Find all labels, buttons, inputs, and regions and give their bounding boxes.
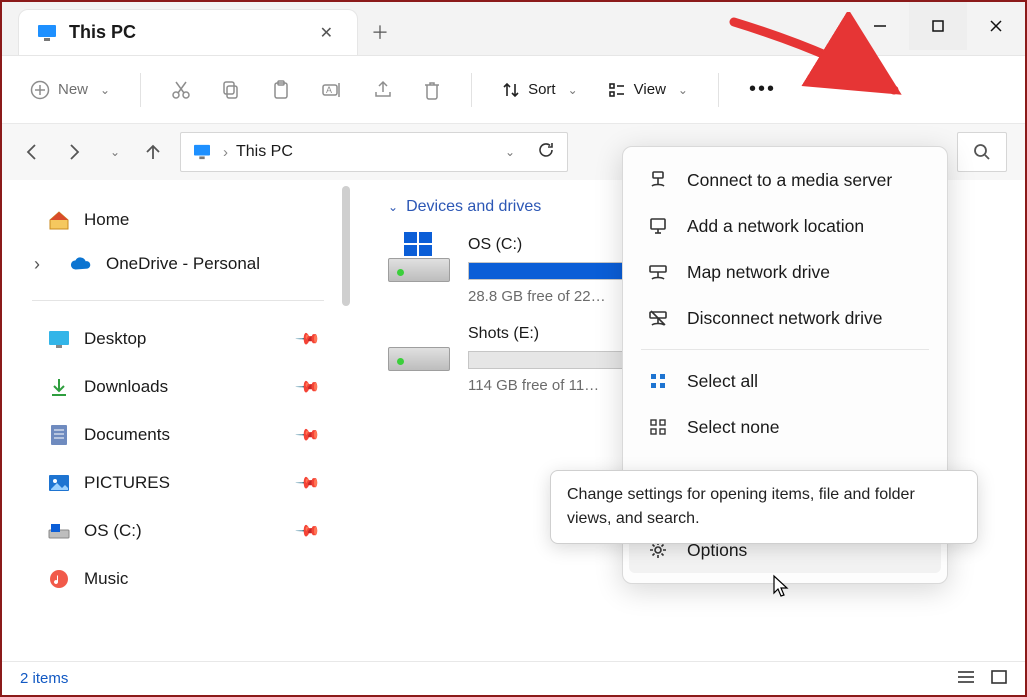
pin-icon: 📌 bbox=[294, 517, 322, 545]
sort-button[interactable]: Sort ⌄ bbox=[496, 75, 584, 105]
chevron-down-icon: ⌄ bbox=[388, 200, 398, 214]
menu-connect-media-server[interactable]: Connect to a media server bbox=[629, 157, 941, 203]
drive-icon bbox=[48, 520, 70, 542]
usage-bar bbox=[468, 351, 628, 369]
status-bar: 2 items bbox=[2, 661, 1025, 695]
crumb-sep-icon: › bbox=[223, 144, 228, 161]
menu-select-all[interactable]: Select all bbox=[629, 358, 941, 404]
svg-text:A: A bbox=[326, 85, 332, 95]
command-bar: New ⌄ A Sort ⌄ View ⌄ ••• bbox=[2, 56, 1025, 124]
music-icon bbox=[48, 568, 70, 590]
pin-icon: 📌 bbox=[294, 373, 322, 401]
menu-map-network-drive[interactable]: Map network drive bbox=[629, 249, 941, 295]
cursor-icon bbox=[772, 574, 792, 598]
disconnect-drive-icon bbox=[647, 307, 669, 329]
sidebar-item-music[interactable]: Music bbox=[24, 555, 350, 603]
sidebar-item-home[interactable]: Home bbox=[24, 198, 350, 242]
pin-icon: 📌 bbox=[294, 469, 322, 497]
chevron-down-icon: ⌄ bbox=[568, 83, 578, 97]
documents-icon bbox=[48, 424, 70, 446]
pictures-icon bbox=[48, 472, 70, 494]
back-button[interactable] bbox=[20, 139, 46, 165]
menu-select-none[interactable]: Select none bbox=[629, 404, 941, 450]
tooltip: Change settings for opening items, file … bbox=[550, 470, 978, 544]
tab-this-pc[interactable]: This PC ✕ bbox=[18, 9, 358, 55]
details-view-button[interactable] bbox=[957, 670, 975, 688]
pin-icon: 📌 bbox=[294, 325, 322, 353]
new-tab-button[interactable]: ＋ bbox=[358, 9, 402, 55]
search-button[interactable] bbox=[957, 132, 1007, 172]
cut-button[interactable] bbox=[165, 74, 197, 106]
desktop-icon bbox=[48, 328, 70, 350]
rename-button[interactable]: A bbox=[315, 74, 349, 106]
forward-button[interactable] bbox=[60, 139, 86, 165]
cloud-icon bbox=[70, 253, 92, 275]
chevron-down-icon[interactable]: ⌄ bbox=[505, 145, 515, 159]
paste-button[interactable] bbox=[265, 74, 297, 106]
large-icons-view-button[interactable] bbox=[991, 670, 1007, 688]
select-none-icon bbox=[647, 416, 669, 438]
recent-button[interactable]: ⌄ bbox=[100, 139, 126, 165]
chevron-down-icon: ⌄ bbox=[678, 83, 688, 97]
address-bar[interactable]: › This PC ⌄ bbox=[180, 132, 568, 172]
minimize-button[interactable] bbox=[851, 2, 909, 50]
more-button[interactable]: ••• bbox=[743, 72, 782, 107]
monitor-icon bbox=[37, 24, 57, 42]
maximize-button[interactable] bbox=[909, 2, 967, 50]
drive-icon bbox=[388, 236, 450, 282]
map-drive-icon bbox=[647, 261, 669, 283]
select-all-icon bbox=[647, 370, 669, 392]
menu-disconnect-network-drive[interactable]: Disconnect network drive bbox=[629, 295, 941, 341]
window-controls bbox=[851, 2, 1025, 50]
sidebar-item-onedrive[interactable]: OneDrive - Personal bbox=[24, 242, 350, 286]
monitor-icon bbox=[193, 144, 211, 160]
title-bar: This PC ✕ ＋ bbox=[2, 2, 1025, 56]
home-icon bbox=[48, 209, 70, 231]
pin-icon: 📌 bbox=[294, 421, 322, 449]
sidebar-item-desktop[interactable]: Desktop 📌 bbox=[24, 315, 350, 363]
download-icon bbox=[48, 376, 70, 398]
refresh-button[interactable] bbox=[537, 141, 555, 163]
close-button[interactable] bbox=[967, 2, 1025, 50]
network-location-icon bbox=[647, 215, 669, 237]
menu-add-network-location[interactable]: Add a network location bbox=[629, 203, 941, 249]
new-button[interactable]: New ⌄ bbox=[24, 74, 116, 106]
copy-button[interactable] bbox=[215, 74, 247, 106]
chevron-down-icon: ⌄ bbox=[100, 83, 110, 97]
tab-close-button[interactable]: ✕ bbox=[312, 19, 341, 47]
sidebar-item-osc[interactable]: OS (C:) 📌 bbox=[24, 507, 350, 555]
sidebar-item-pictures[interactable]: PICTURES 📌 bbox=[24, 459, 350, 507]
item-count: 2 items bbox=[20, 670, 68, 687]
breadcrumb[interactable]: This PC bbox=[236, 143, 293, 161]
drive-icon bbox=[388, 325, 450, 371]
sidebar-item-documents[interactable]: Documents 📌 bbox=[24, 411, 350, 459]
share-button[interactable] bbox=[367, 74, 399, 106]
media-server-icon bbox=[647, 169, 669, 191]
delete-button[interactable] bbox=[417, 74, 447, 106]
tab-title: This PC bbox=[69, 22, 136, 43]
sidebar-item-downloads[interactable]: Downloads 📌 bbox=[24, 363, 350, 411]
view-button[interactable]: View ⌄ bbox=[602, 75, 694, 105]
navigation-pane: Home OneDrive - Personal Desktop 📌 Downl… bbox=[2, 180, 350, 661]
usage-bar bbox=[468, 262, 628, 280]
up-button[interactable] bbox=[140, 139, 166, 165]
